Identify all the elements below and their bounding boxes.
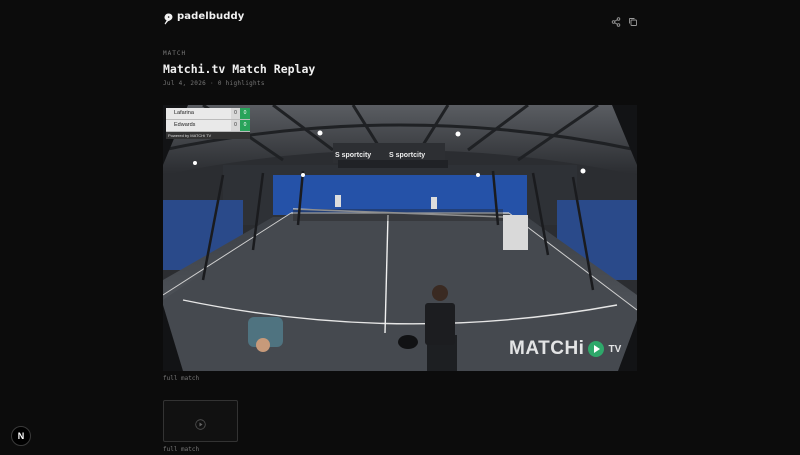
video-frame: S sportcity S sportcity [163, 105, 637, 371]
brand-logo[interactable]: padelbuddy [163, 10, 245, 25]
watermark-text: MATCHi [509, 338, 585, 359]
play-icon [195, 415, 206, 430]
player-set: 0 [240, 120, 250, 131]
brand-name: padelbuddy [177, 10, 245, 22]
dev-badge[interactable]: N [11, 426, 31, 446]
video-player[interactable]: S sportcity S sportcity Lafarina 0 0 Edw… [163, 105, 637, 371]
padel-logo-icon [163, 10, 174, 25]
player-name: Lafarina [174, 110, 194, 116]
player-score: 0 [231, 108, 240, 119]
section-kicker: MATCH [163, 50, 187, 57]
match-date: Jul 4, 2026 [163, 80, 207, 87]
top-bar: padelbuddy [163, 10, 638, 27]
clip-label: full match [163, 446, 200, 453]
share-icon[interactable] [611, 12, 621, 27]
scoreboard-row: Lafarina 0 0 [166, 108, 250, 120]
svg-text:S sportcity: S sportcity [335, 152, 371, 159]
scoreboard-footer: Powered by MATCHi TV [166, 132, 250, 139]
svg-text:S sportcity: S sportcity [389, 152, 425, 159]
clip-thumbnail[interactable] [163, 400, 238, 442]
player-set: 0 [240, 108, 250, 119]
player-score: 0 [231, 120, 240, 131]
highlights-count: 0 highlights [217, 80, 265, 87]
scoreboard-row: Edwards 0 0 [166, 120, 250, 132]
video-caption: full match [163, 375, 200, 382]
player-name: Edwards [174, 122, 196, 128]
match-meta: Jul 4, 2026 · 0 highlights [163, 80, 265, 87]
scoreboard-overlay: Lafarina 0 0 Edwards 0 0 Powered by MATC… [166, 108, 250, 139]
meta-separator: · [209, 80, 214, 87]
watermark-suffix: TV [608, 343, 622, 355]
page-title: Matchi.tv Match Replay [163, 62, 316, 76]
matchi-watermark: MATCHi TV [509, 338, 621, 360]
play-badge-icon [587, 340, 605, 358]
copy-icon[interactable] [628, 12, 638, 26]
